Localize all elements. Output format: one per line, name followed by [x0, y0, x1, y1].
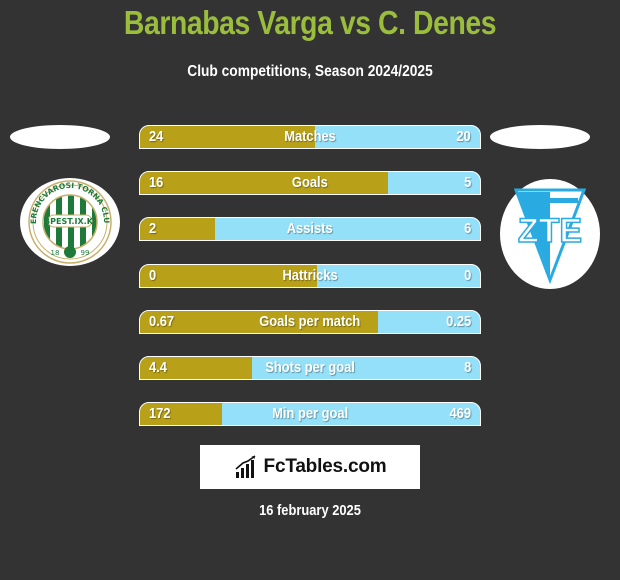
stat-row-hattricks: 0 Hattricks 0 [139, 264, 481, 288]
page-title: Barnabas Varga vs C. Denes [123, 4, 497, 41]
right-value: 20 [456, 128, 471, 145]
bar-chart-growth-icon [235, 455, 256, 478]
right-value: 0.25 [445, 313, 471, 330]
stat-label: Assists [287, 220, 333, 237]
stat-row-goals-per-match: 0.67 Goals per match 0.25 [139, 310, 481, 334]
right-value: 5 [463, 174, 471, 191]
stat-row-matches: 24 Matches 20 [139, 125, 481, 149]
stat-label: Matches [284, 128, 336, 145]
crest-mid-text: BPEST.IX.K. [44, 217, 96, 226]
stat-label: Hattricks [282, 267, 338, 284]
right-value: 8 [463, 359, 471, 376]
zte-crest-text: ZTE [518, 212, 582, 250]
left-team-logo[interactable]: FERENCVAROSI TORNA CLUB BPEST.IX.K. 18 9… [20, 178, 120, 266]
right-team-logo[interactable]: ZTE [500, 179, 600, 289]
stat-row-shots-per-goal: 4.4 Shots per goal 8 [139, 356, 481, 380]
right-value: 6 [463, 220, 471, 237]
zte-crest-icon: ZTE [513, 188, 587, 284]
right-value: 469 [449, 405, 471, 422]
left-player-badge-placeholder [10, 125, 110, 149]
season-subtitle: Club competitions, Season 2024/2025 [187, 63, 433, 80]
brand-name: FcTables.com [263, 456, 387, 477]
crest-year-right: 99 [81, 249, 90, 257]
fctables-brand-link[interactable]: FcTables.com [200, 445, 420, 489]
stat-row-min-per-goal: 172 Min per goal 469 [139, 402, 481, 426]
stat-row-assists: 2 Assists 6 [139, 217, 481, 241]
report-date: 16 february 2025 [259, 502, 361, 519]
stat-label: Goals [292, 174, 328, 191]
stat-label: Min per goal [272, 405, 348, 422]
right-player-badge-placeholder [490, 125, 590, 149]
stat-label: Goals per match [259, 313, 361, 330]
stat-label: Shots per goal [265, 359, 355, 376]
stat-row-goals: 16 Goals 5 [139, 171, 481, 195]
right-value: 0 [463, 267, 471, 284]
ferencvaros-crest-icon: FERENCVAROSI TORNA CLUB BPEST.IX.K. 18 9… [24, 179, 112, 264]
crest-year-left: 18 [51, 249, 60, 257]
